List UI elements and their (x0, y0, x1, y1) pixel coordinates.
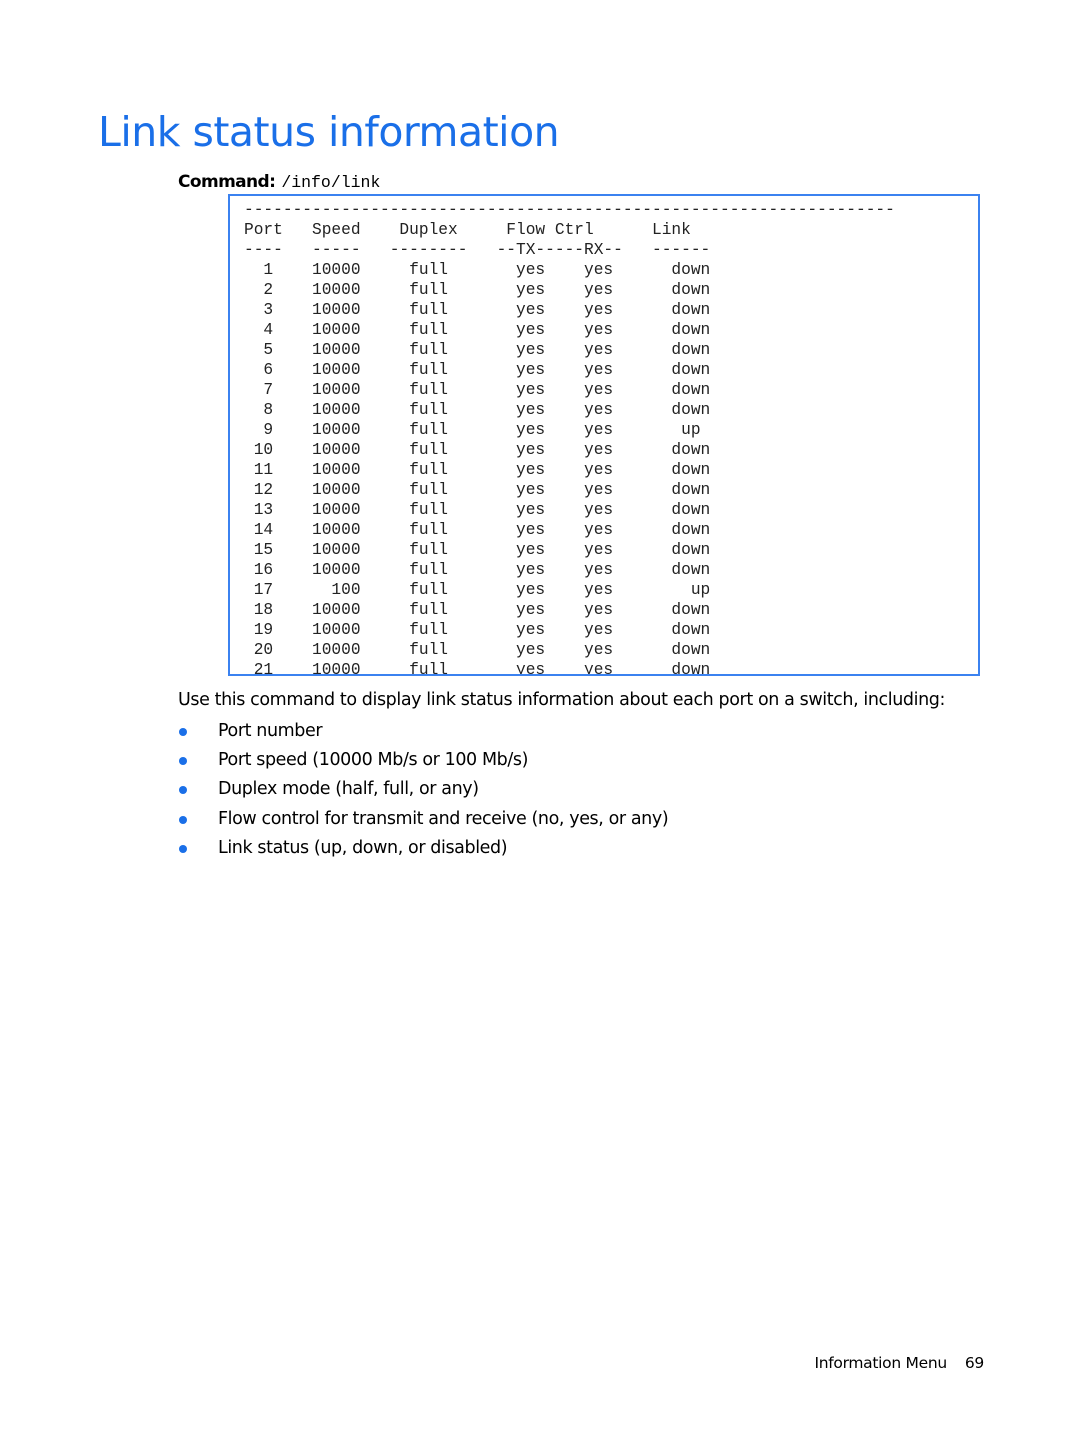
table-row: 16 10000 full yes yes down (244, 561, 711, 579)
table-row: 11 10000 full yes yes down (244, 461, 711, 479)
bullet-icon (179, 757, 187, 766)
table-row: 17 100 full yes yes up (244, 581, 711, 599)
table-header: Port Speed Duplex Flow Ctrl Link (244, 221, 691, 239)
table-row: 12 10000 full yes yes down (244, 481, 711, 499)
bullet-icon (179, 728, 187, 736)
table-row: 10 10000 full yes yes down (244, 441, 711, 459)
list-item: Flow control for transmit and receive (n… (178, 807, 669, 836)
table-row: 7 10000 full yes yes down (244, 381, 711, 399)
list-item: Link status (up, down, or disabled) (178, 836, 668, 865)
description-paragraph: Use this command to display link status … (178, 690, 945, 710)
page-title: Link status information (98, 108, 560, 156)
command-output: ----------------------------------------… (244, 200, 895, 676)
table-row: 8 10000 full yes yes down (244, 401, 711, 419)
page-footer: Information Menu 69 (814, 1354, 984, 1372)
table-row: 13 10000 full yes yes down (244, 501, 711, 519)
bullet-icon (179, 844, 187, 853)
table-row: 19 10000 full yes yes down (244, 621, 711, 639)
bullet-icon (179, 815, 187, 824)
separator-line: ----------------------------------------… (244, 201, 895, 219)
table-row: 2 10000 full yes yes down (244, 281, 711, 299)
table-row: 1 10000 full yes yes down (244, 261, 711, 279)
feature-list: Port number Port speed (10000 Mb/s or 10… (178, 719, 669, 865)
list-item: Port speed (10000 Mb/s or 100 Mb/s) (178, 748, 668, 777)
table-row: 18 10000 full yes yes down (244, 601, 711, 619)
table-row: 21 10000 full yes yes down (244, 661, 711, 676)
table-row: 6 10000 full yes yes down (244, 361, 711, 379)
command-label: Command: (178, 172, 276, 192)
table-row: 3 10000 full yes yes down (244, 301, 711, 319)
table-row: 14 10000 full yes yes down (244, 521, 711, 539)
table-row: 9 10000 full yes yes up (244, 421, 701, 439)
command-line: Command: /info/link (178, 172, 380, 192)
table-row: 20 10000 full yes yes down (244, 641, 711, 659)
footer-section: Information Menu (814, 1354, 947, 1372)
table-row: 4 10000 full yes yes down (244, 321, 711, 339)
page-number: 69 (964, 1354, 984, 1372)
list-item: Port number (178, 719, 668, 748)
command-value: /info/link (281, 173, 381, 192)
table-row: 5 10000 full yes yes down (244, 341, 711, 359)
command-output-box: ----------------------------------------… (228, 194, 980, 676)
bullet-icon (179, 786, 187, 795)
list-item: Duplex mode (half, full, or any) (178, 777, 668, 806)
header-underline: ---- ----- -------- --TX-----RX-- ------ (244, 241, 711, 259)
table-row: 15 10000 full yes yes down (244, 541, 711, 559)
